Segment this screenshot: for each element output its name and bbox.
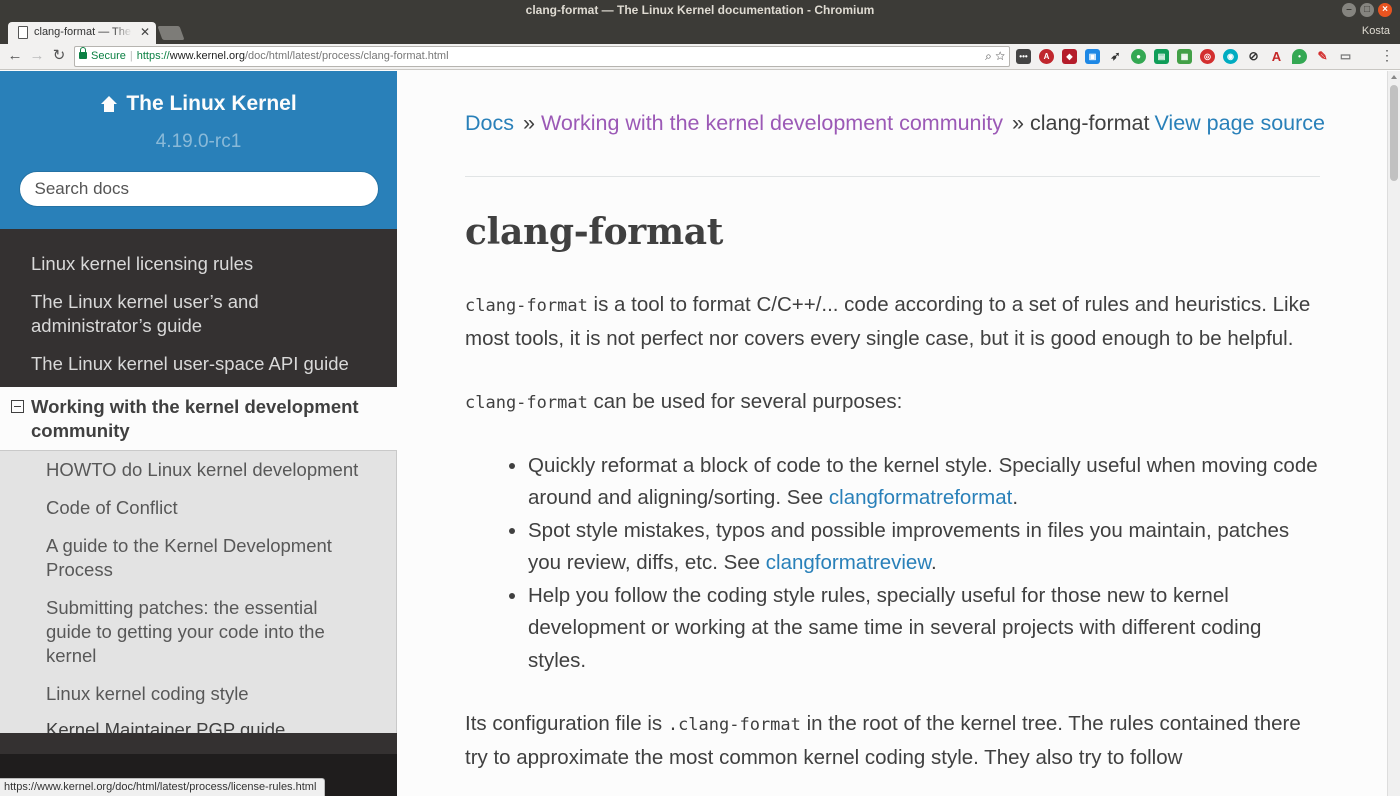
close-window-icon[interactable]: ×: [1378, 3, 1392, 17]
page-scrollbar[interactable]: [1387, 71, 1400, 796]
browser-tab[interactable]: clang-format — The Linux Kernel document…: [8, 22, 156, 44]
breadcrumb-current: clang-format: [1029, 111, 1150, 135]
extension-blue-icon[interactable]: ▣: [1085, 49, 1100, 64]
window-title: clang-format — The Linux Kernel document…: [525, 3, 875, 17]
breadcrumb-separator: »: [1012, 111, 1024, 135]
extension-green-icon[interactable]: ●: [1131, 49, 1146, 64]
list-item: Spot style mistakes, typos and possible …: [528, 515, 1325, 580]
toc-subitem-submitting-patches[interactable]: Submitting patches: the essential guide …: [0, 589, 396, 675]
list-item: Quickly reformat a block of code to the …: [528, 450, 1325, 515]
toc-subitem-howto[interactable]: HOWTO do Linux kernel development: [0, 451, 396, 489]
forward-arrow-icon[interactable]: →: [28, 46, 46, 66]
zoom-icon[interactable]: ⌕: [985, 49, 992, 63]
tab-title: clang-format — The Linux Kernel document…: [34, 26, 132, 38]
toc-current-label: Working with the kernel development comm…: [31, 396, 359, 441]
docs-sidebar: The Linux Kernel 4.19.0-rc1 Linux kernel…: [0, 71, 397, 796]
reload-icon[interactable]: ↻: [50, 46, 68, 66]
profile-name[interactable]: Kosta: [1362, 25, 1390, 37]
browser-menu-icon[interactable]: ⋮: [1380, 47, 1394, 64]
list-item-tail: .: [931, 551, 937, 574]
main-content: Docs» Working with the kernel development…: [397, 71, 1387, 796]
search-input[interactable]: [18, 171, 379, 207]
shield-icon[interactable]: ◆: [1062, 49, 1077, 64]
purposes-list: Quickly reformat a block of code to the …: [465, 450, 1325, 678]
list-item: Help you follow the coding style rules, …: [528, 580, 1325, 678]
list-item-tail: .: [1012, 486, 1019, 509]
view-page-source-link[interactable]: View page source: [1154, 111, 1325, 136]
inline-code: clang-format: [465, 393, 588, 413]
minimize-icon[interactable]: –: [1342, 3, 1356, 17]
breadcrumb-parent-link[interactable]: Working with the kernel development comm…: [541, 111, 1003, 135]
config-paragraph: Its configuration file is .clang-format …: [465, 708, 1325, 774]
intro-text: is a tool to format C/C++/... code accor…: [465, 293, 1311, 350]
window-controls: – □ ×: [1342, 3, 1392, 17]
maximize-icon[interactable]: □: [1360, 3, 1374, 17]
window-titlebar: clang-format — The Linux Kernel document…: [0, 0, 1400, 20]
breadcrumb-divider: [465, 176, 1320, 177]
toc-item-userspace-api[interactable]: The Linux kernel user-space API guide: [0, 349, 397, 387]
note-icon[interactable]: ✎: [1315, 49, 1330, 64]
project-title: The Linux Kernel: [126, 92, 297, 115]
page-title: clang-format: [465, 211, 724, 253]
tab-close-icon[interactable]: ✕: [140, 25, 150, 39]
home-icon: [100, 96, 118, 112]
new-tab-button[interactable]: [157, 26, 185, 40]
toc-subitem-pgp-guide[interactable]: Kernel Maintainer PGP guide: [0, 713, 396, 733]
page-icon: [18, 26, 28, 39]
toc-subitem-code-of-conflict[interactable]: Code of Conflict: [0, 489, 396, 527]
list-item-text: Help you follow the coding style rules, …: [528, 583, 1262, 672]
extension-icons: ••• A ◆ ▣ ➶ ● ▤ ▦ ◎ ◉ ⊘ A • ✎ ▭: [1016, 49, 1353, 64]
toc: Linux kernel licensing rules The Linux k…: [0, 229, 397, 733]
clangformatreformat-link[interactable]: clangformatreformat: [829, 486, 1012, 509]
intro-paragraph: clang-format is a tool to format C/C++/.…: [465, 289, 1325, 355]
link-status-bubble: https://www.kernel.org/doc/html/latest/p…: [0, 778, 326, 796]
location-pin-icon[interactable]: •: [1292, 49, 1307, 64]
toc-item-admin-guide[interactable]: The Linux kernel user’s and administrato…: [0, 287, 397, 349]
url-path: /doc/html/latest/process/clang-format.ht…: [244, 50, 449, 62]
home-link[interactable]: The Linux Kernel: [100, 92, 297, 116]
extension-red-icon[interactable]: ◎: [1200, 49, 1215, 64]
clangformatreview-link[interactable]: clangformatreview: [766, 551, 931, 574]
toc-subsection-list: HOWTO do Linux kernel development Code o…: [0, 450, 397, 733]
breadcrumb-separator: »: [522, 111, 535, 135]
url-scheme: https://: [136, 50, 170, 62]
omnibox-actions: ⌕ ☆: [985, 47, 1005, 66]
omnibox-divider: |: [129, 50, 133, 62]
extension-square-icon[interactable]: ▦: [1177, 49, 1192, 64]
purposes-text: can be used for several purposes:: [587, 390, 903, 413]
browser-toolbar: ← → ↻ Secure | https://www.kernel.org/doc/…: [0, 44, 1400, 70]
breadcrumb: Docs» Working with the kernel development…: [465, 111, 1325, 136]
toc-subitem-development-process[interactable]: A guide to the Kernel Development Proces…: [0, 527, 396, 589]
lock-icon: [79, 47, 87, 59]
version-label: 4.19.0-rc1: [155, 131, 242, 152]
toc-subitem-coding-style[interactable]: Linux kernel coding style: [0, 675, 396, 713]
purposes-paragraph: clang-format can be used for several pur…: [465, 386, 1325, 420]
sheets-icon[interactable]: ▤: [1154, 49, 1169, 64]
toc-item-licensing-rules[interactable]: Linux kernel licensing rules: [0, 249, 397, 287]
url-host: www.kernel.org: [169, 50, 245, 62]
no-entry-icon[interactable]: ⊘: [1246, 49, 1261, 64]
tab-strip: clang-format — The Linux Kernel document…: [0, 20, 1400, 44]
secure-label: Secure: [91, 50, 126, 62]
adblock-icon[interactable]: A: [1039, 49, 1054, 64]
address-bar[interactable]: Secure | https://www.kernel.org/doc/html/l…: [74, 46, 1010, 67]
back-arrow-icon[interactable]: ←: [6, 46, 24, 66]
extension-teal-icon[interactable]: ◉: [1223, 49, 1238, 64]
scroll-up-arrow-icon[interactable]: [1391, 75, 1397, 79]
toc-current-section[interactable]: Working with the kernel development comm…: [0, 387, 397, 450]
breadcrumb-docs-link[interactable]: Docs: [465, 111, 514, 135]
inline-code: clang-format: [465, 296, 588, 316]
puzzle-icon[interactable]: ▭: [1338, 49, 1353, 64]
acrobat-icon[interactable]: A: [1269, 49, 1284, 64]
sidebar-header: The Linux Kernel 4.19.0-rc1: [0, 71, 397, 229]
article-body: clang-format is a tool to format C/C++/.…: [465, 289, 1325, 796]
scroll-thumb[interactable]: [1390, 85, 1398, 181]
inline-code: .clang-format: [667, 715, 801, 735]
rocket-icon[interactable]: ➶: [1108, 49, 1123, 64]
bookmark-star-icon[interactable]: ☆: [995, 49, 1005, 63]
extension-dots-icon[interactable]: •••: [1016, 49, 1031, 64]
config-text: Its configuration file is: [465, 712, 668, 735]
collapse-minus-icon[interactable]: [11, 400, 24, 413]
